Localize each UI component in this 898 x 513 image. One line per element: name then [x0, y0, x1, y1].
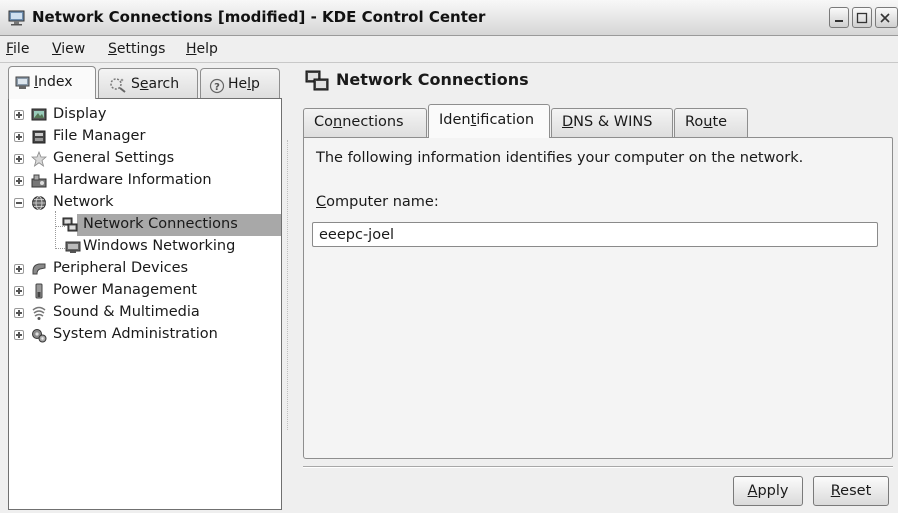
tree-item-display[interactable]: Display [9, 104, 281, 126]
menu-file[interactable]: File [6, 41, 29, 57]
sound-icon [32, 306, 46, 320]
tree-item-network-connections[interactable]: Network Connections [9, 214, 281, 236]
tree-item-file-manager[interactable]: File Manager [9, 126, 281, 148]
network-connections-icon [305, 70, 329, 91]
tree-item-system-administration[interactable]: System Administration [9, 324, 281, 346]
kde-control-center-icon [8, 10, 25, 26]
panel-splitter[interactable] [287, 140, 288, 430]
maximize-button[interactable] [852, 7, 872, 28]
computer-name-label: Computer name: [316, 194, 439, 210]
index-icon [15, 76, 30, 89]
network-connections-icon [62, 217, 78, 232]
tree-item-windows-networking[interactable]: Windows Networking [9, 236, 281, 258]
expand-icon[interactable] [14, 286, 24, 296]
expand-icon[interactable] [14, 132, 24, 142]
info-text: The following information identifies you… [316, 150, 804, 166]
tree-item-general-settings[interactable]: General Settings [9, 148, 281, 170]
tab-identification[interactable]: Identification [428, 104, 550, 138]
tab-connections[interactable]: Connections [303, 108, 427, 137]
expand-icon[interactable] [14, 154, 24, 164]
tree-item-power-management[interactable]: Power Management [9, 280, 281, 302]
identification-tab-panel [303, 137, 893, 459]
expand-icon[interactable] [14, 264, 24, 274]
close-icon [880, 13, 890, 23]
tab-help[interactable]: ? Help [200, 68, 280, 98]
display-icon [31, 108, 47, 121]
file-manager-icon [32, 130, 46, 144]
menu-view[interactable]: View [52, 41, 85, 57]
star-icon [31, 151, 47, 167]
power-icon [35, 283, 43, 299]
expand-icon[interactable] [14, 308, 24, 318]
expand-icon[interactable] [14, 176, 24, 186]
button-separator [303, 466, 893, 468]
minimize-button[interactable] [829, 7, 849, 28]
system-admin-icon [32, 329, 47, 343]
help-icon: ? [209, 78, 225, 94]
menu-settings[interactable]: Settings [108, 41, 165, 57]
expand-icon[interactable] [14, 330, 24, 340]
apply-button[interactable]: Apply [733, 476, 803, 506]
minimize-icon [835, 20, 843, 22]
module-tree[interactable]: Display File Manager General Settings Ha… [8, 98, 282, 510]
tab-search[interactable]: Search [98, 68, 198, 98]
tree-item-network[interactable]: Network [9, 192, 281, 214]
menu-bar: File View Settings Help [0, 37, 898, 63]
computer-name-input[interactable] [312, 222, 878, 247]
search-icon [110, 78, 126, 93]
menu-help[interactable]: Help [186, 41, 218, 57]
title-bar[interactable]: Network Connections [modified] - KDE Con… [0, 0, 898, 36]
reset-button[interactable]: Reset [813, 476, 889, 506]
network-globe-icon [32, 196, 46, 210]
close-button[interactable] [875, 7, 898, 28]
tab-index[interactable]: Index [8, 66, 96, 99]
expand-icon[interactable] [14, 110, 24, 120]
hardware-icon [31, 174, 47, 188]
maximize-icon [856, 12, 868, 24]
window-title: Network Connections [modified] - KDE Con… [32, 8, 486, 26]
tree-item-peripheral-devices[interactable]: Peripheral Devices [9, 258, 281, 280]
tree-item-hardware-information[interactable]: Hardware Information [9, 170, 281, 192]
collapse-icon[interactable] [14, 198, 24, 208]
peripheral-icon [32, 263, 46, 275]
svg-text:?: ? [214, 82, 220, 93]
tab-dns-wins[interactable]: DNS & WINS [551, 108, 673, 137]
tab-route[interactable]: Route [674, 108, 748, 137]
tree-item-sound-multimedia[interactable]: Sound & Multimedia [9, 302, 281, 324]
windows-networking-icon [65, 241, 81, 253]
module-title: Network Connections [336, 70, 529, 89]
